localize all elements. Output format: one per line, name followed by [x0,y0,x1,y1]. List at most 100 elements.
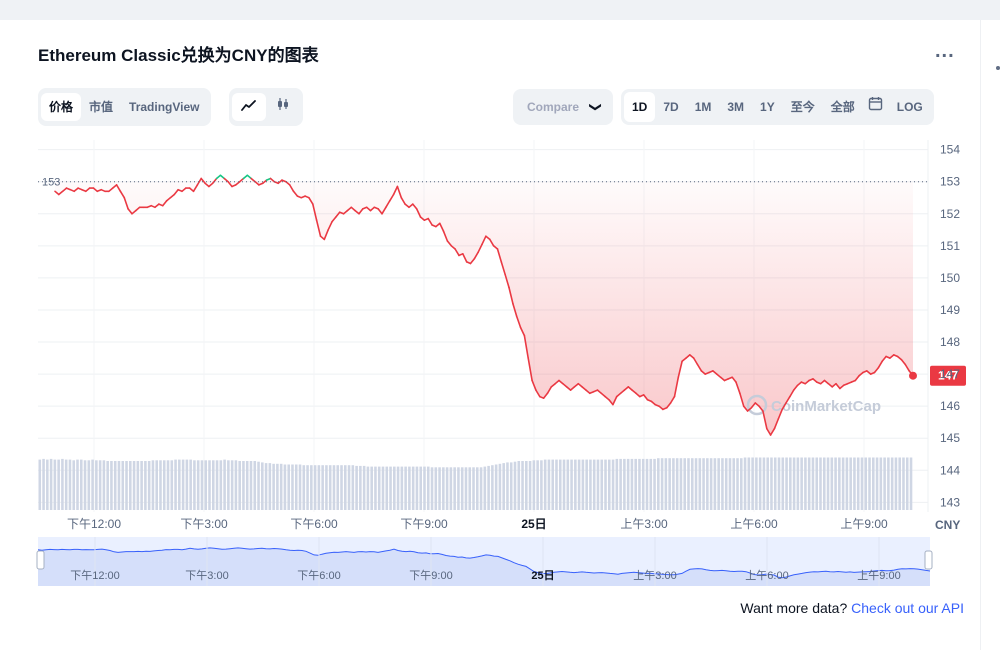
volume-bar [302,465,306,510]
volume-bar [849,457,852,510]
volume-bar [476,467,479,510]
volume-bar [449,467,453,510]
volume-bar [340,465,343,510]
volume-bar [102,460,106,510]
volume-bar [272,463,275,510]
volume-bar [822,457,826,510]
volume-bar [336,465,340,510]
volume-bar [740,458,743,510]
volume-bar [151,460,155,510]
y-tick-label: 154 [940,143,960,157]
navigator-label: 25日 [531,569,554,582]
volume-bar [423,466,426,510]
volume-bar [777,457,781,510]
volume-bar [76,459,79,510]
volume-bar [381,466,385,510]
volume-bar [540,460,543,510]
y-tick-label: 149 [940,303,960,317]
volume-bar [815,457,819,510]
range-navigator[interactable]: 下午12:00 下午3:00 下午6:00 下午9:00 25日 上午3:00 上午6:00… [36,537,933,586]
navigator-label: 上午9:00 [857,569,900,582]
volume-bar [679,458,683,510]
volume-bar [370,466,373,510]
volume-bar [208,460,211,510]
volume-bar [657,458,660,510]
volume-bar [834,457,837,510]
volume-bar [879,457,883,510]
volume-bar [189,459,192,510]
volume-bar [494,464,498,510]
volume-bar [611,459,615,510]
volume-bar [887,457,890,510]
volume-bar [155,460,158,510]
navigator-label: 下午12:00 [70,569,120,582]
volume-bar [532,460,536,510]
volume-bar [566,459,570,510]
y-tick-label: 151 [940,239,960,253]
volume-bar [117,461,121,510]
volume-bar [178,459,181,510]
volume-bar [389,466,392,510]
volume-bar [875,457,879,510]
volume-bar [306,465,309,510]
volume-bar [804,457,807,510]
navigator-handle-right[interactable] [924,550,933,570]
volume-bar [64,459,68,510]
volume-bar [521,461,524,510]
api-promo-text: Want more data? [740,600,852,616]
y-tick-label: 148 [940,335,960,349]
volume-bar [506,462,509,510]
volume-bar [426,466,430,510]
volume-bar [732,458,736,510]
volume-bar [140,461,143,510]
volume-bar [49,458,53,510]
current-price-dot [909,371,917,380]
volume-bar [853,457,856,510]
navigator-handle-left[interactable] [36,550,45,570]
volume-bar [129,461,132,510]
volume-bar [555,459,558,510]
volume-bar [604,459,607,510]
volume-bar [498,463,502,510]
y-axis: 154 153 152 151 150 149 148 147 146 145 144 143 [940,143,960,510]
volume-bar [570,459,573,510]
volume-bar [215,460,219,510]
volume-bar [245,461,249,510]
volume-bar [491,465,494,510]
x-tick-label: 下午3:00 [180,517,228,531]
volume-bar [574,459,577,510]
volume-bar [653,458,656,510]
volume-bar [291,464,294,510]
volume-bar [362,465,366,510]
volume-bar [758,457,762,510]
volume-bar [136,461,140,510]
volume-bar [257,461,260,510]
volume-bar [385,466,389,510]
volume-bar [204,460,208,510]
price-area [55,181,913,435]
volume-bar [193,460,196,510]
price-chart[interactable]: CoinMarketCap 153147 1541531521511501491… [0,0,1000,650]
volume-bar [638,458,641,510]
volume-bar [713,458,717,510]
volume-bar [830,457,834,510]
volume-bar [487,465,490,510]
y-tick-label: 146 [940,399,960,413]
volume-bar [453,467,456,510]
volume-bar [53,459,57,510]
volume-bar [762,457,766,510]
volume-bar [174,459,177,510]
volume-bar [283,464,287,510]
volume-bar [883,457,886,510]
volume-bar [144,461,147,510]
volume-bar [125,461,128,510]
price-segment [200,177,206,185]
volume-bar [227,460,230,510]
api-link[interactable]: Check out our API [851,600,964,616]
volume-bar [95,460,98,510]
volume-bar [660,458,664,510]
navigator-label: 下午6:00 [297,569,340,582]
volume-bar [592,459,596,510]
volume-bar [400,466,404,510]
volume-bar [294,464,298,510]
